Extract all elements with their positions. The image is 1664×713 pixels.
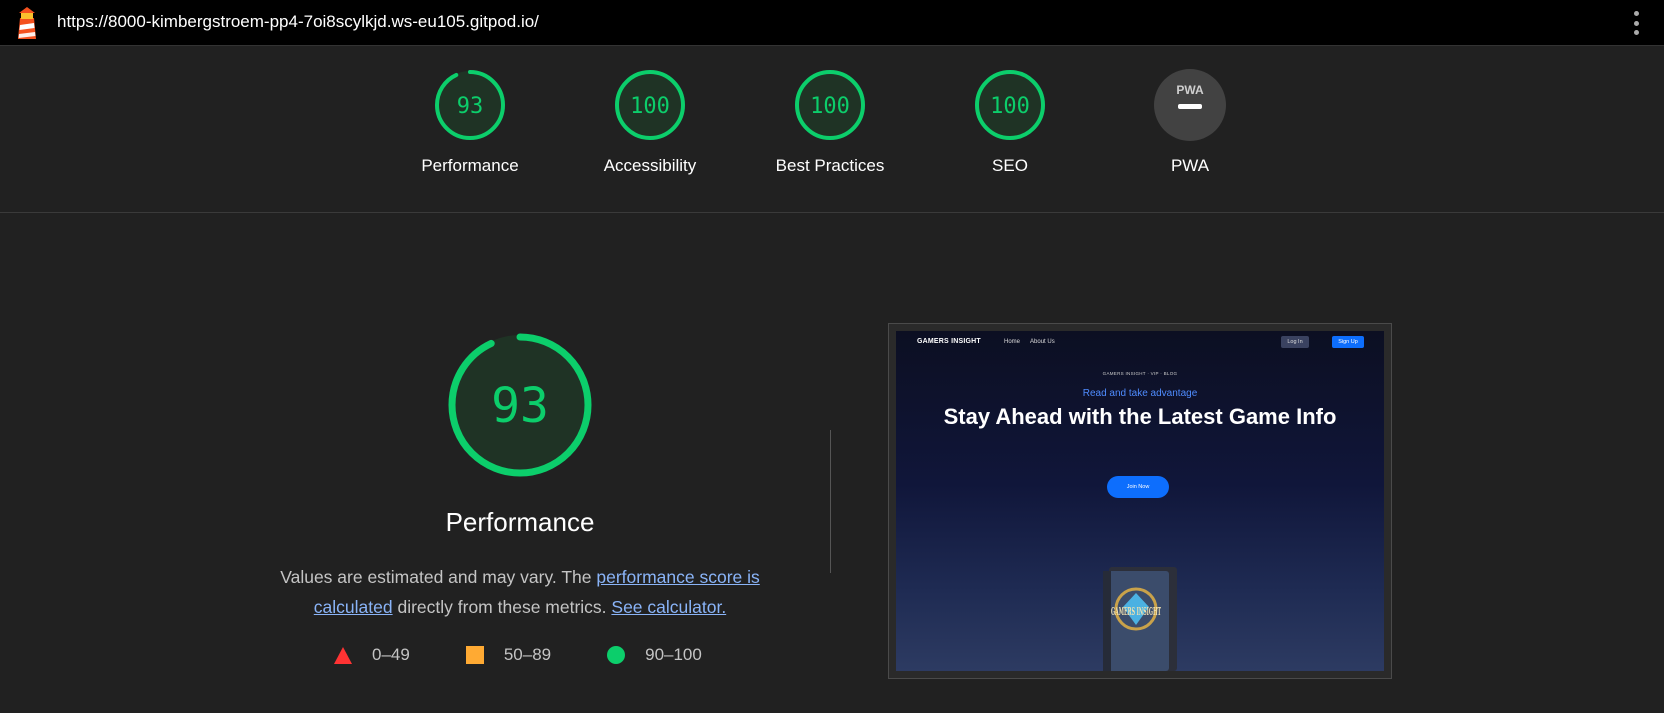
- screenshot-nav-item: About Us: [1030, 339, 1055, 345]
- browser-toolbar: https://8000-kimbergstroem-pp4-7oi8scylk…: [0, 0, 1664, 46]
- legend-fail: 0–49: [334, 645, 410, 665]
- screenshot-signup-button: Sign Up: [1332, 336, 1364, 348]
- score-gauge: 100: [795, 70, 865, 140]
- screenshot-tagline: GAMERS INSIGHT · VIP · BLOG: [1102, 371, 1178, 376]
- see-calculator-link[interactable]: See calculator.: [611, 597, 726, 617]
- gauge-score: 100: [810, 94, 850, 119]
- screenshot-subheading: Read and take advantage: [1082, 388, 1198, 399]
- screenshot-nav: Home About Us: [1004, 339, 1065, 345]
- gauge-pwa[interactable]: PWA PWA: [1100, 68, 1280, 176]
- gauge-score: 93: [457, 94, 484, 119]
- gauge-label: PWA: [1170, 156, 1210, 175]
- legend-range: 90–100: [645, 645, 702, 664]
- performance-description: Values are estimated and may vary. The p…: [260, 562, 780, 622]
- gauge-label: Performance: [421, 156, 519, 175]
- gauge-seo[interactable]: 100 SEO: [920, 68, 1100, 176]
- lighthouse-icon: [18, 7, 36, 39]
- screenshot-page: GAMERS INSIGHT Home About Us Log In Sign …: [896, 331, 1384, 671]
- gauge-performance[interactable]: 93 Performance: [380, 68, 560, 176]
- triangle-icon: [334, 646, 352, 664]
- category-scores: 93 Performance 100 Accessibility 100 Bes…: [0, 46, 1664, 213]
- pwa-badge-text: PWA: [1176, 83, 1204, 97]
- pwa-badge-icon: PWA: [1154, 69, 1226, 141]
- legend-range: 0–49: [372, 645, 410, 664]
- desc-text: Values are estimated and may vary. The: [280, 567, 597, 587]
- screenshot-nav-item: Home: [1004, 339, 1021, 345]
- score-gauge: 93: [435, 70, 505, 140]
- gauge-score: 100: [630, 94, 670, 119]
- score-gauge: 100: [615, 70, 685, 140]
- screenshot-heading: Stay Ahead with the Latest Game Info: [943, 404, 1337, 429]
- gauge-label: SEO: [992, 156, 1028, 175]
- not-applicable-dash-icon: [1178, 104, 1202, 109]
- legend-range: 50–89: [503, 645, 552, 664]
- final-screenshot[interactable]: GAMERS INSIGHT Home About Us Log In Sign …: [888, 323, 1392, 679]
- gauge-label: Best Practices: [775, 156, 885, 175]
- kebab-menu-icon[interactable]: [1632, 11, 1640, 35]
- performance-summary: 93 Performance Values are estimated and …: [250, 330, 790, 622]
- gauge-best-practices[interactable]: 100 Best Practices: [740, 68, 920, 176]
- square-icon: [465, 646, 484, 664]
- circle-icon: [607, 646, 626, 664]
- book-cover-icon: GAMERS INSIGHT: [1103, 567, 1177, 671]
- performance-gauge: 93: [445, 330, 595, 485]
- book-title: GAMERS INSIGHT: [1111, 605, 1161, 618]
- score-gauge: 100: [975, 70, 1045, 140]
- screenshot-join-button: Join Now: [1107, 476, 1169, 498]
- gauge-accessibility[interactable]: 100 Accessibility: [560, 68, 740, 176]
- address-bar-url[interactable]: https://8000-kimbergstroem-pp4-7oi8scylk…: [57, 12, 539, 32]
- screenshot-brand: GAMERS INSIGHT: [917, 338, 981, 345]
- screenshot-login-button: Log In: [1281, 336, 1309, 348]
- legend-pass: 90–100: [607, 645, 702, 665]
- gauge-label: Accessibility: [603, 156, 697, 175]
- performance-title: Performance: [445, 507, 595, 537]
- gauge-score: 100: [990, 94, 1030, 119]
- performance-score: 93: [491, 378, 549, 434]
- desc-text: directly from these metrics.: [392, 597, 612, 617]
- vertical-divider: [830, 430, 831, 573]
- legend-average: 50–89: [465, 645, 552, 665]
- score-legend: 0–49 50–89 90–100: [334, 645, 758, 665]
